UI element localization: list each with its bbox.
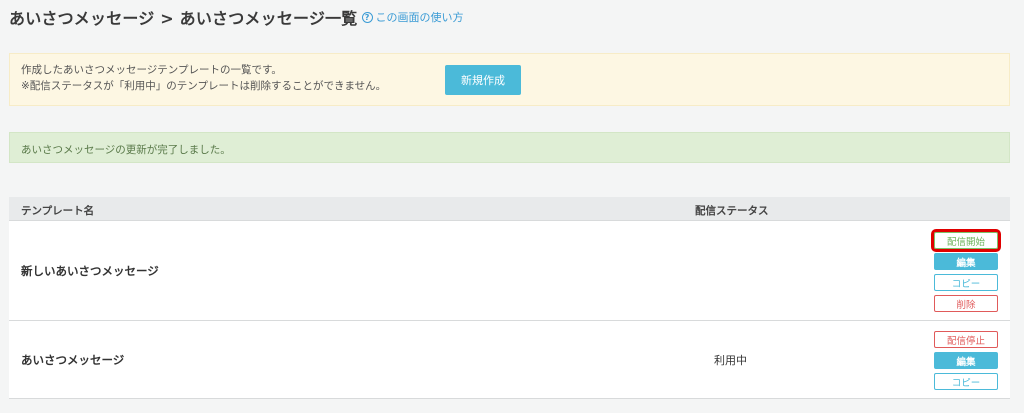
delete-button[interactable]: 削除 [934, 295, 998, 312]
notice-line-2: ※配信ステータスが「利用中」のテンプレートは削除することができません。 [21, 80, 387, 92]
copy-button[interactable]: コピー [934, 373, 998, 390]
copy-button[interactable]: コピー [934, 274, 998, 291]
column-header-template-name: テンプレート名 [21, 205, 95, 217]
new-template-button[interactable]: 新規作成 [445, 65, 521, 95]
edit-button[interactable]: 編集 [934, 253, 998, 270]
success-alert: あいさつメッセージの更新が完了しました。 [9, 132, 1010, 163]
template-name: あいさつメッセージ [21, 353, 125, 367]
notice-line-1: 作成したあいさつメッセージテンプレートの一覧です。 [21, 64, 282, 76]
help-link[interactable]: ? この画面の使い方 [361, 9, 464, 25]
table-header: テンプレート名 配信ステータス [9, 197, 1010, 221]
info-notice: 作成したあいさつメッセージテンプレートの一覧です。 ※配信ステータスが「利用中」… [9, 53, 1010, 106]
table-row: あいさつメッセージ 利用中 配信停止 編集 コピー [9, 321, 1010, 399]
template-name: 新しいあいさつメッセージ [21, 264, 159, 278]
row-actions: 配信停止 編集 コピー [934, 331, 998, 394]
help-link-label: この画面の使い方 [375, 11, 464, 24]
template-status: 利用中 [714, 354, 747, 367]
template-table: テンプレート名 配信ステータス 新しいあいさつメッセージ 配信開始 編集 コピー… [9, 197, 1010, 399]
edit-button[interactable]: 編集 [934, 352, 998, 369]
question-circle-icon: ? [361, 11, 373, 23]
breadcrumb: あいさつメッセージ > あいさつメッセージ一覧 [9, 9, 358, 28]
column-header-status: 配信ステータス [695, 205, 769, 217]
start-delivery-button[interactable]: 配信開始 [931, 229, 1001, 252]
table-row: 新しいあいさつメッセージ 配信開始 編集 コピー 削除 [9, 221, 1010, 321]
stop-delivery-button[interactable]: 配信停止 [934, 331, 998, 348]
row-actions: 配信開始 編集 コピー 削除 [931, 229, 1001, 316]
page-header: あいさつメッセージ > あいさつメッセージ一覧 ? この画面の使い方 [9, 6, 464, 28]
notice-text: 作成したあいさつメッセージテンプレートの一覧です。 ※配信ステータスが「利用中」… [21, 62, 386, 94]
